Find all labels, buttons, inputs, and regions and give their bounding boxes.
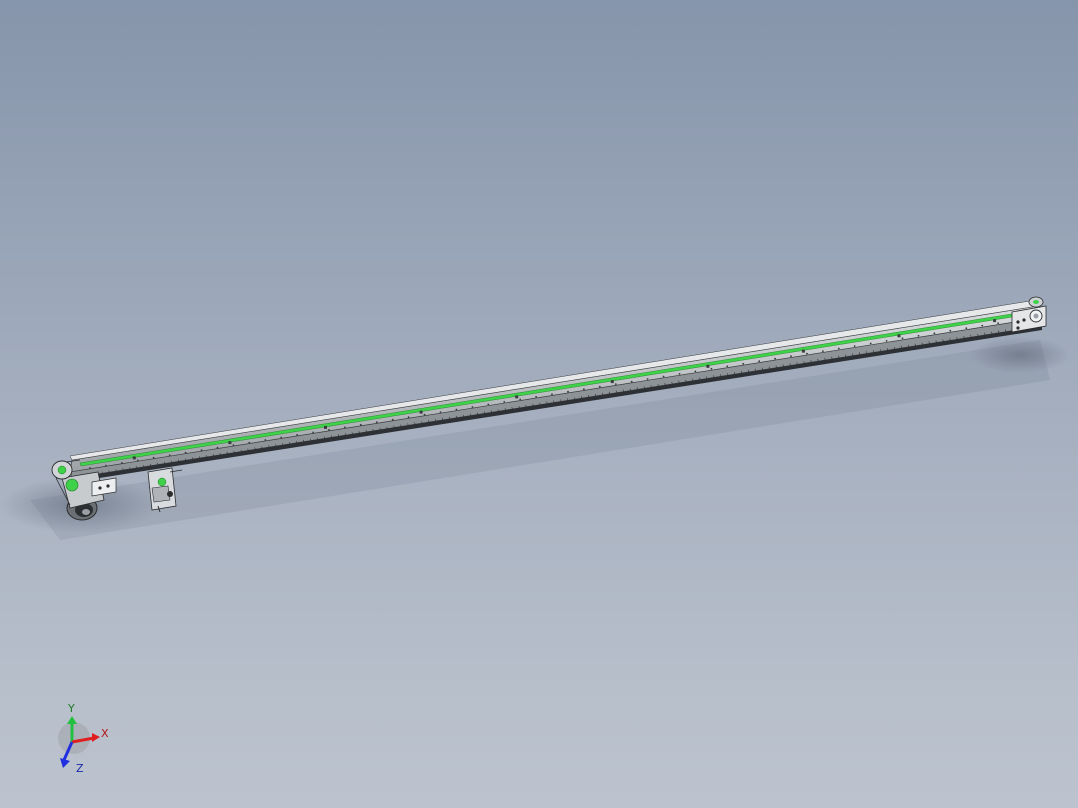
frame-hole — [487, 403, 490, 406]
tail-end-plate[interactable] — [1011, 296, 1047, 333]
y-axis-label: Y — [67, 702, 75, 715]
frame-hole — [471, 406, 474, 408]
frame-hole — [694, 370, 697, 373]
frame-slot — [610, 380, 614, 384]
frame-hole — [184, 451, 187, 454]
frame-hole — [216, 446, 219, 449]
frame-hole — [391, 418, 394, 421]
frame-hole — [312, 431, 314, 434]
ground-shadow — [0, 337, 1070, 540]
frame-hole — [758, 360, 761, 363]
frame-slot — [324, 425, 327, 429]
frame-hole — [662, 375, 665, 378]
frame-hole — [853, 345, 856, 347]
frame-hole — [885, 340, 888, 342]
graphics-viewport[interactable]: Y X Z — [0, 0, 1078, 808]
frame-hole — [136, 459, 139, 462]
frame-hole — [519, 398, 522, 401]
frame-hole — [168, 454, 171, 457]
frame-hole — [837, 347, 840, 350]
frame-hole — [869, 342, 872, 345]
frame-hole — [232, 444, 235, 446]
frame-hole — [933, 332, 936, 335]
frame-hole — [264, 439, 267, 441]
frame-hole — [200, 449, 203, 452]
frame-hole — [551, 393, 553, 396]
frame-hole — [328, 429, 330, 431]
frame-hole — [614, 383, 617, 385]
frame-hole — [678, 373, 681, 375]
frame-hole — [296, 434, 298, 436]
frame-hole — [105, 464, 107, 467]
x-axis-label: X — [101, 727, 109, 740]
x-axis-head — [92, 733, 100, 742]
frame-hole — [152, 456, 155, 459]
y-axis-head — [67, 716, 77, 724]
frame-hole — [774, 357, 776, 360]
model-scene[interactable]: Y X Z — [0, 0, 1078, 808]
frame-slot — [419, 410, 423, 414]
frame-slot — [993, 319, 997, 323]
frame-slot — [706, 364, 710, 368]
frame-hole — [89, 467, 91, 469]
frame-hole — [646, 378, 649, 380]
frame-hole — [567, 390, 569, 393]
frame-slot — [515, 395, 519, 399]
frame-hole — [503, 401, 506, 403]
frame-hole — [965, 327, 968, 330]
z-axis-head — [60, 758, 70, 768]
frame-hole — [822, 350, 824, 352]
frame-hole — [375, 421, 378, 424]
frame-hole — [949, 329, 952, 332]
frame-hole — [280, 436, 283, 439]
frame-slot — [132, 456, 136, 460]
frame-slot — [801, 349, 805, 353]
frame-slot — [228, 441, 232, 445]
frame-hole — [981, 324, 984, 327]
frame-slot — [897, 334, 901, 338]
view-orientation-triad[interactable]: Y X Z — [58, 702, 109, 775]
frame-hole — [742, 362, 745, 365]
frame-hole — [598, 385, 601, 388]
frame-hole — [790, 355, 792, 357]
frame-hole — [248, 441, 251, 444]
triad-sphere — [58, 722, 90, 754]
frame-hole — [726, 365, 729, 368]
frame-hole — [359, 423, 362, 426]
frame-hole — [439, 411, 442, 413]
frame-hole — [455, 408, 458, 411]
frame-hole — [917, 334, 920, 337]
frame-hole — [806, 352, 808, 355]
frame-hole — [997, 322, 999, 324]
frame-hole — [407, 416, 410, 419]
frame-hole — [423, 413, 426, 416]
z-axis-label: Z — [76, 762, 84, 775]
frame-hole — [583, 388, 585, 391]
frame-hole — [630, 380, 633, 383]
frame-hole — [901, 337, 904, 340]
frame-hole — [344, 426, 346, 429]
frame-hole — [710, 367, 713, 370]
frame-hole — [121, 462, 123, 464]
frame-hole — [535, 395, 537, 398]
